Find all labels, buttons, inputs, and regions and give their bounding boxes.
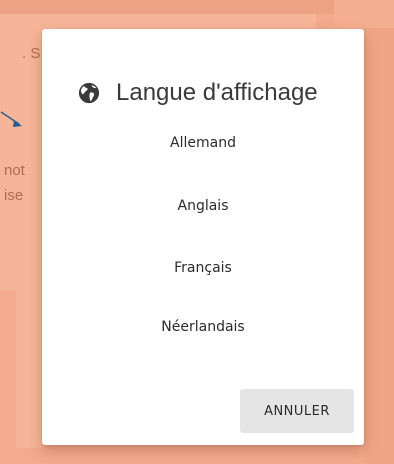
language-option-allemand[interactable]: Allemand [42, 135, 364, 151]
background-right-strip [364, 28, 394, 464]
language-dialog: Langue d'affichage Allemand Anglais Fran… [42, 29, 364, 445]
background-left-strip [16, 290, 42, 448]
background-topright-block [334, 0, 394, 28]
language-option-francais[interactable]: Français [42, 260, 364, 276]
dialog-title: Langue d'affichage [116, 79, 318, 106]
cancel-button[interactable]: ANNULER [240, 389, 354, 433]
background-text-fragment: ise [4, 187, 24, 204]
globe-icon [78, 82, 100, 104]
language-option-anglais[interactable]: Anglais [42, 198, 364, 214]
dialog-header: Langue d'affichage [78, 79, 318, 107]
background-text-fragment: . S [22, 45, 41, 62]
language-option-neerlandais[interactable]: Néerlandais [42, 319, 364, 335]
annotation-arrow-icon [0, 111, 22, 127]
background-text-fragment: not [4, 162, 25, 179]
